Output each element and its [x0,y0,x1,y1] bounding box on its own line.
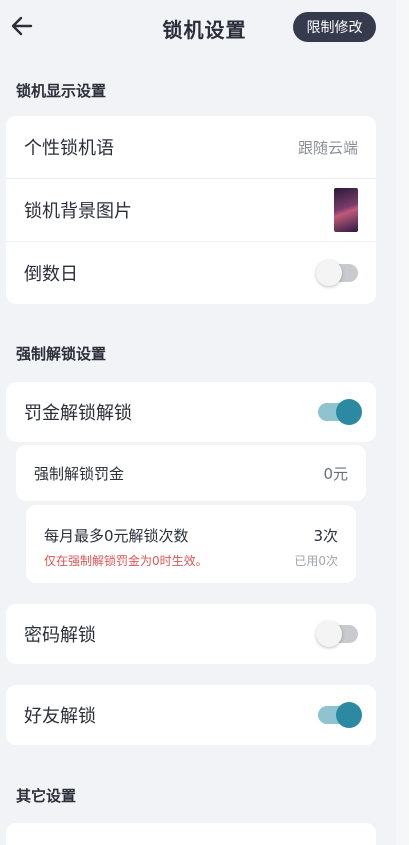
fine-unlock-toggle[interactable] [318,399,362,425]
toggle-knob [316,621,342,647]
friend-unlock-toggle[interactable] [318,702,362,728]
section-title-force: 强制解锁设置 [16,345,107,363]
slogan-label: 个性锁机语 [24,138,114,159]
toggle-knob [336,702,362,728]
friend-unlock-label: 好友解锁 [24,706,96,727]
monthly-text-group: 每月最多0元解锁次数 仅在强制解锁罚金为0时生效。 [44,525,208,569]
section-title-other: 其它设置 [16,787,77,805]
section-title-display: 锁机显示设置 [16,82,107,100]
monthly-label: 每月最多0元解锁次数 [44,527,189,545]
scroll-edge [396,0,409,845]
fine-unlock-card: 罚金解锁解锁 [6,382,376,442]
friend-unlock-row: 好友解锁 [6,685,376,745]
display-settings-card: 个性锁机语 跟随云端 锁机背景图片 倒数日 [6,116,376,304]
countdown-label: 倒数日 [24,264,78,285]
limit-modify-button[interactable]: 限制修改 [293,12,376,42]
fine-amount-row[interactable]: 强制解锁罚金 0元 [16,445,366,501]
slogan-value: 跟随云端 [297,138,358,157]
background-image-row[interactable]: 锁机背景图片 [6,179,376,241]
background-image-label: 锁机背景图片 [24,201,132,222]
password-unlock-card: 密码解锁 [6,604,376,664]
fine-amount-card[interactable]: 强制解锁罚金 0元 [16,445,366,501]
friend-unlock-card: 好友解锁 [6,685,376,745]
countdown-toggle[interactable] [316,260,358,286]
slogan-row[interactable]: 个性锁机语 跟随云端 [6,116,376,178]
countdown-row: 倒数日 [6,242,376,304]
password-unlock-row: 密码解锁 [6,604,376,664]
monthly-count-group: 3次 已用0次 [294,525,338,569]
other-settings-card [6,823,376,845]
fine-unlock-label: 罚金解锁解锁 [24,403,132,424]
password-unlock-label: 密码解锁 [24,625,96,646]
password-unlock-toggle[interactable] [316,621,358,647]
background-thumbnail[interactable] [334,188,358,232]
monthly-note: 仅在强制解锁罚金为0时生效。 [44,554,208,568]
toggle-knob [336,399,362,425]
app-header: 锁机设置 限制修改 [0,0,409,54]
fine-amount-label: 强制解锁罚金 [34,464,125,483]
monthly-unlock-card[interactable]: 每月最多0元解锁次数 仅在强制解锁罚金为0时生效。 3次 已用0次 [26,505,356,583]
fine-amount-value: 0元 [323,464,348,483]
fine-unlock-row: 罚金解锁解锁 [6,382,376,442]
toggle-knob [316,260,342,286]
monthly-count: 3次 [313,527,338,545]
monthly-used: 已用0次 [294,554,338,568]
